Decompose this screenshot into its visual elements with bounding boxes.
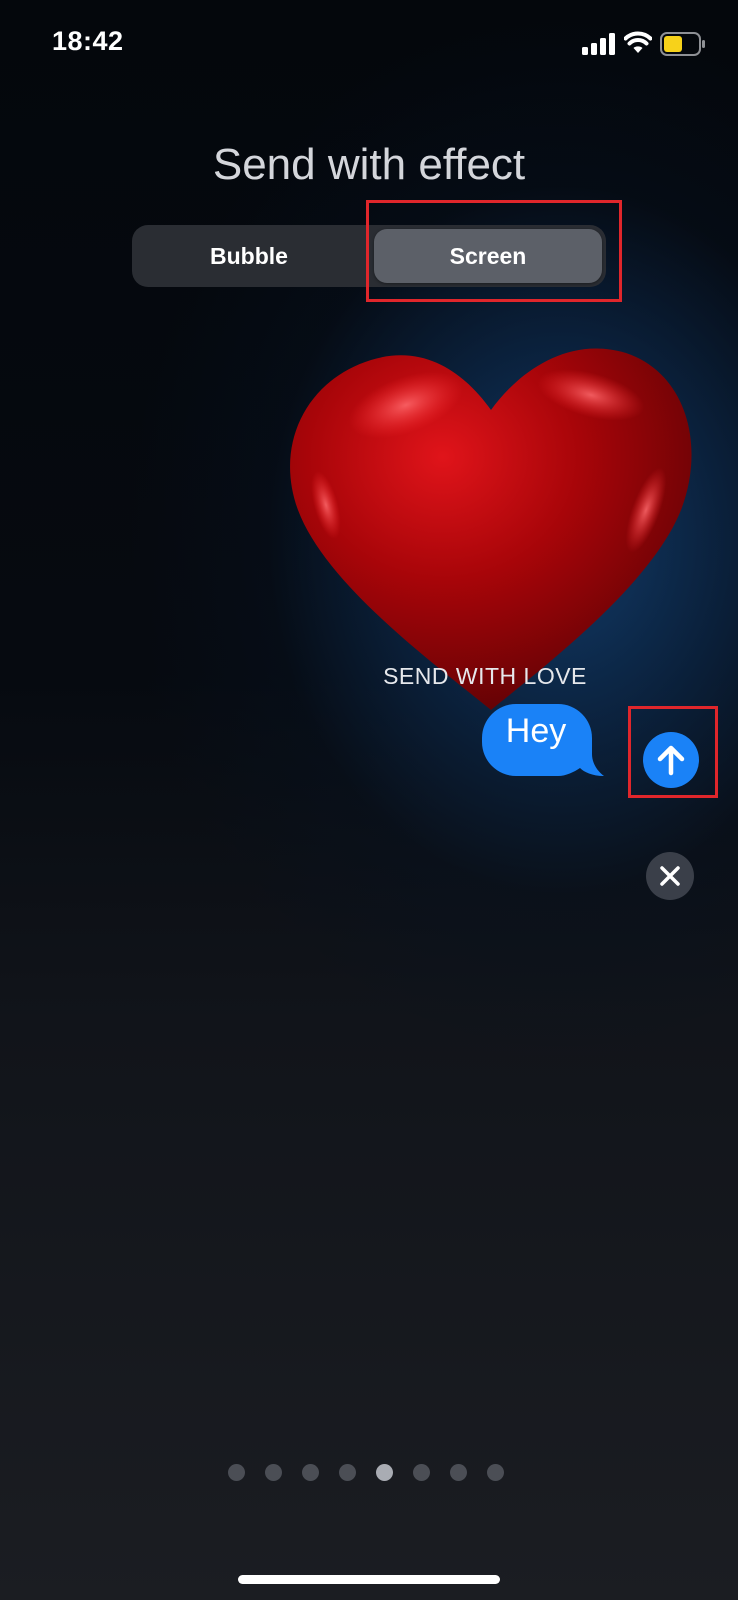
signal-icon	[582, 33, 615, 55]
battery-icon	[660, 32, 705, 56]
close-icon	[660, 866, 680, 886]
page-title: Send with effect	[212, 140, 526, 189]
highlight-box-screen-tab	[366, 200, 622, 302]
tab-bubble[interactable]: Bubble	[136, 229, 362, 283]
page-dot[interactable]	[339, 1464, 356, 1481]
highlight-box-send-button	[628, 706, 718, 798]
home-indicator[interactable]	[238, 1575, 500, 1584]
page-dot[interactable]	[265, 1464, 282, 1481]
message-bubble: Hey	[480, 702, 604, 776]
page-dot[interactable]	[413, 1464, 430, 1481]
status-bar: 18:42	[0, 0, 738, 90]
wifi-icon	[624, 31, 652, 53]
effect-screen: 18:42 Send with effect Bubble Screen SEN…	[0, 0, 738, 1600]
page-indicator[interactable]	[228, 1464, 518, 1484]
page-dot[interactable]	[487, 1464, 504, 1481]
cancel-button[interactable]	[646, 852, 694, 900]
message-text: Hey	[505, 712, 567, 750]
page-dot-active[interactable]	[376, 1464, 393, 1481]
page-dot[interactable]	[450, 1464, 467, 1481]
effect-name-label: SEND WITH LOVE	[383, 663, 587, 689]
page-dot[interactable]	[302, 1464, 319, 1481]
status-time: 18:42	[52, 26, 124, 56]
page-dot[interactable]	[228, 1464, 245, 1481]
